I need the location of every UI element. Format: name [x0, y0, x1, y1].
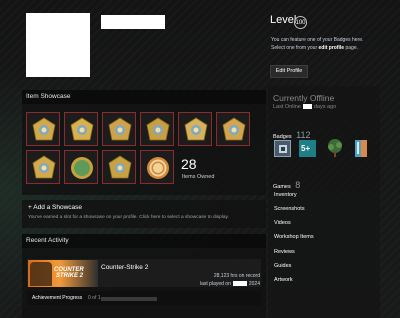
- showcase-item-7-icon: [32, 155, 56, 179]
- last-played-label: last played on: [200, 281, 231, 287]
- sidebar-badge-4-icon[interactable]: [353, 139, 370, 157]
- featured-badge-hint-line1: You can feature one of your Badges here.: [271, 37, 364, 43]
- showcase-item-9[interactable]: [102, 150, 136, 184]
- game-hours: 28,123 hrs on record: [213, 273, 260, 279]
- showcase-item-9-icon: [108, 155, 132, 179]
- avatar[interactable]: [26, 13, 90, 77]
- online-status: Currently Offline: [273, 93, 335, 103]
- sidebar-badge-2-icon[interactable]: 5+: [299, 140, 316, 157]
- showcase-item-1-icon: [32, 117, 56, 141]
- games-count[interactable]: 8: [295, 180, 300, 190]
- showcase-item-10-icon: [147, 157, 169, 179]
- showcase-item-7[interactable]: [26, 150, 60, 184]
- edit-profile-button[interactable]: Edit Profile: [270, 65, 308, 78]
- game-name-link[interactable]: Counter-Strike 2: [101, 264, 148, 271]
- sidebar-badge-3-icon[interactable]: [325, 138, 342, 157]
- hint-text-pre: Select one from your: [271, 45, 319, 51]
- showcase-item-3[interactable]: [102, 112, 136, 146]
- sidebar-link-artwork[interactable]: Artwork: [274, 277, 293, 283]
- hint-text-post: page.: [344, 45, 358, 51]
- sidebar-badge-1-icon[interactable]: [274, 140, 291, 157]
- featured-badge-hint: You can feature one of your Badges here.…: [271, 36, 396, 52]
- showcase-item-4-icon: [146, 117, 170, 141]
- achievement-progress-value: 0 of 1: [88, 295, 101, 301]
- sidebar-link-reviews[interactable]: Reviews: [274, 249, 295, 255]
- showcase-item-3-icon: [108, 117, 132, 141]
- games-header[interactable]: Games 8: [273, 175, 300, 193]
- showcase-item-5[interactable]: [178, 112, 212, 146]
- game-art-figure: [30, 262, 52, 286]
- items-owned-label: Items Owned: [182, 174, 215, 180]
- level-badge[interactable]: 100: [294, 16, 307, 29]
- game-logo-line2: STRIKE 2: [56, 273, 84, 279]
- showcase-item-5-icon: [184, 117, 208, 141]
- showcase-item-10[interactable]: [140, 150, 174, 184]
- sidebar-link-screenshots[interactable]: Screenshots: [274, 206, 305, 212]
- showcase-item-6[interactable]: [216, 112, 250, 146]
- last-played-date-redacted: [232, 281, 247, 287]
- items-owned-count[interactable]: 28: [181, 156, 197, 172]
- last-online-suffix: days ago: [313, 104, 337, 110]
- last-online-days-redacted: [302, 104, 312, 110]
- showcase-item-8-icon: [71, 157, 93, 179]
- item-showcase-title: Item Showcase: [22, 90, 266, 104]
- last-played-year: 2024: [248, 281, 260, 287]
- game-capsule-image[interactable]: COUNTER STRIKE 2: [28, 260, 98, 287]
- game-last-played: last played on 2024: [184, 281, 260, 287]
- sidebar-link-inventory[interactable]: Inventory: [274, 192, 297, 198]
- showcase-item-4[interactable]: [140, 112, 174, 146]
- sidebar-badge-2-level: 5+: [301, 144, 311, 153]
- badges-count[interactable]: 112: [296, 130, 310, 140]
- achievement-progress-label: Achievement Progress: [32, 295, 83, 301]
- sidebar-link-videos[interactable]: Videos: [274, 220, 291, 226]
- recent-activity-title: Recent Activity: [22, 234, 266, 248]
- showcase-item-8[interactable]: [64, 150, 98, 184]
- add-showcase-description: You've earned a slot for a showcase on y…: [28, 215, 229, 220]
- games-label[interactable]: Games: [273, 184, 291, 190]
- showcase-item-2-icon: [70, 117, 94, 141]
- showcase-item-2[interactable]: [64, 112, 98, 146]
- achievement-progress-bar: [101, 297, 157, 301]
- profile-sidebar: [268, 86, 380, 318]
- profile-name-redacted: [101, 15, 165, 29]
- last-online: Last Online days ago: [273, 104, 336, 110]
- add-showcase-title[interactable]: + Add a Showcase: [28, 204, 82, 211]
- sidebar-link-guides[interactable]: Guides: [274, 263, 291, 269]
- edit-profile-link[interactable]: edit profile: [319, 45, 345, 51]
- last-online-label: Last Online: [273, 104, 301, 110]
- featured-badge-hint-line2: Select one from your edit profile page.: [271, 44, 396, 52]
- sidebar-link-workshop-items[interactable]: Workshop Items: [274, 234, 314, 240]
- level-label: Level: [270, 14, 297, 26]
- showcase-item-1[interactable]: [26, 112, 60, 146]
- showcase-item-6-icon: [222, 117, 246, 141]
